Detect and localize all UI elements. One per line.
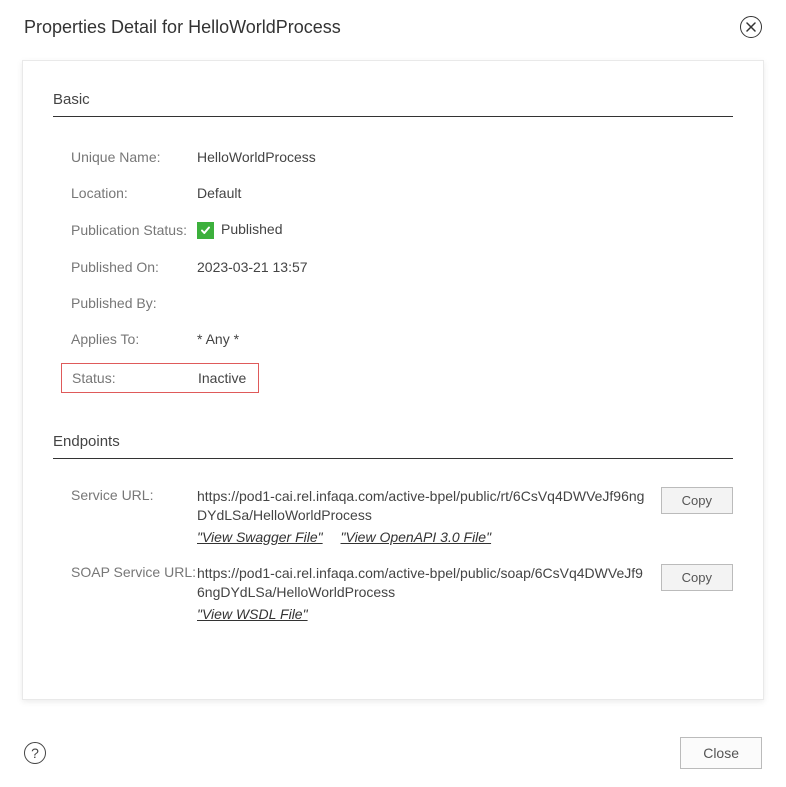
endpoints-section-title: Endpoints [53, 433, 733, 459]
row-unique-name: Unique Name: HelloWorldProcess [71, 139, 733, 175]
service-url-label: Service URL: [71, 487, 197, 503]
dialog-title: Properties Detail for HelloWorldProcess [24, 17, 341, 38]
basic-section-title: Basic [53, 91, 733, 117]
publication-status-label: Publication Status: [71, 222, 197, 238]
soap-url-value: https://pod1-cai.rel.infaqa.com/active-b… [197, 565, 643, 601]
copy-service-url-button[interactable]: Copy [661, 487, 733, 514]
status-label: Status: [64, 370, 198, 386]
help-icon[interactable]: ? [24, 742, 46, 764]
check-icon [197, 222, 214, 239]
unique-name-value: HelloWorldProcess [197, 149, 316, 165]
row-soap-url: SOAP Service URL: https://pod1-cai.rel.i… [71, 558, 733, 635]
view-wsdl-link[interactable]: "View WSDL File" [197, 606, 308, 622]
status-value: Inactive [198, 370, 250, 386]
close-button[interactable]: Close [680, 737, 762, 769]
view-openapi-link[interactable]: "View OpenAPI 3.0 File" [341, 529, 492, 545]
published-on-label: Published On: [71, 259, 197, 275]
view-swagger-link[interactable]: "View Swagger File" [197, 529, 323, 545]
row-published-by: Published By: [71, 285, 733, 321]
row-location: Location: Default [71, 175, 733, 211]
location-label: Location: [71, 185, 197, 201]
soap-url-label: SOAP Service URL: [71, 564, 197, 580]
published-on-value: 2023-03-21 13:57 [197, 259, 308, 275]
close-icon[interactable] [740, 16, 762, 38]
publication-status-value: Published [197, 221, 283, 239]
location-value: Default [197, 185, 241, 201]
applies-to-label: Applies To: [71, 331, 197, 347]
row-service-url: Service URL: https://pod1-cai.rel.infaqa… [71, 481, 733, 558]
service-url-value: https://pod1-cai.rel.infaqa.com/active-b… [197, 488, 644, 524]
properties-panel: Basic Unique Name: HelloWorldProcess Loc… [22, 60, 764, 700]
unique-name-label: Unique Name: [71, 149, 197, 165]
copy-soap-url-button[interactable]: Copy [661, 564, 733, 591]
applies-to-value: * Any * [197, 331, 239, 347]
published-by-label: Published By: [71, 295, 197, 311]
row-status: Status: Inactive [71, 363, 733, 393]
row-published-on: Published On: 2023-03-21 13:57 [71, 249, 733, 285]
status-highlight: Status: Inactive [61, 363, 259, 393]
row-publication-status: Publication Status: Published [71, 211, 733, 249]
row-applies-to: Applies To: * Any * [71, 321, 733, 357]
